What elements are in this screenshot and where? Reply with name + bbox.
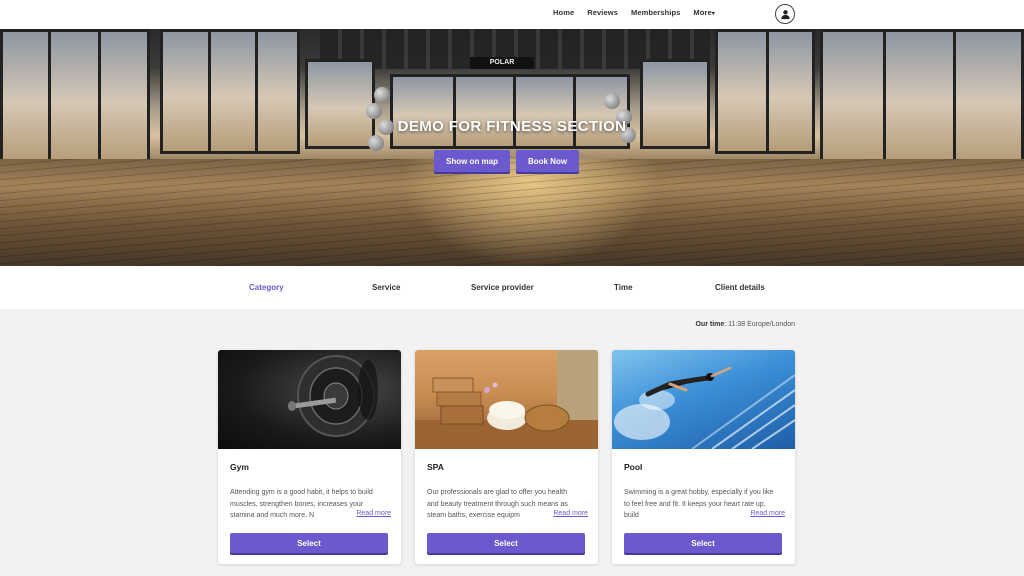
medicine-ball — [366, 103, 382, 119]
card-title: Gym — [230, 462, 249, 472]
window-mullion — [953, 32, 956, 161]
card-title: SPA — [427, 462, 444, 472]
hero-window-right-2 — [715, 29, 815, 154]
hero-banner: POLAR — [0, 29, 1024, 266]
category-card-gym: Gym Attending gym is a good habit, it he… — [218, 350, 401, 564]
chevron-down-icon: ▾ — [711, 11, 715, 17]
user-icon — [780, 9, 790, 19]
window-mullion — [883, 32, 886, 161]
step-service[interactable]: Service — [372, 283, 400, 292]
hero-title: DEMO FOR FITNESS SECTION — [397, 118, 627, 135]
our-time-label: Our time — [695, 321, 725, 328]
spa-image — [415, 350, 598, 449]
nav-more-label: More — [693, 8, 712, 17]
card-title: Pool — [624, 462, 643, 472]
nav-memberships[interactable]: Memberships — [631, 8, 680, 17]
window-mullion — [98, 32, 101, 161]
medicine-ball — [368, 135, 384, 151]
booking-steps: Category Service Service provider Time C… — [0, 266, 1024, 309]
read-more-link[interactable]: Read more — [352, 510, 391, 517]
nav-home[interactable]: Home — [553, 8, 574, 17]
hero-window-center-left — [305, 59, 375, 149]
window-mullion — [48, 32, 51, 161]
select-pool-button[interactable]: Select — [624, 533, 782, 553]
select-gym-button[interactable]: Select — [230, 533, 388, 553]
nav-more[interactable]: More▾ — [693, 8, 714, 17]
our-time: Our time: 11:38 Europe/London — [695, 321, 795, 328]
nav-reviews[interactable]: Reviews — [587, 8, 618, 17]
hero-window-left — [0, 29, 150, 164]
gym-image — [218, 350, 401, 449]
step-time[interactable]: Time — [614, 283, 633, 292]
category-card-spa: SPA Our professionals are glad to offer … — [415, 350, 598, 564]
our-time-value: : 11:38 Europe/London — [724, 321, 795, 328]
select-spa-button[interactable]: Select — [427, 533, 585, 553]
category-card-pool: Pool Swimming is a great hobby, especial… — [612, 350, 795, 564]
read-more-link[interactable]: Read more — [746, 510, 785, 517]
window-mullion — [513, 77, 516, 146]
dumbbell-image — [287, 355, 378, 437]
step-client-details[interactable]: Client details — [715, 283, 765, 292]
hero-window-back — [390, 74, 630, 149]
medicine-ball — [374, 87, 390, 103]
hero-window-left-2 — [160, 29, 300, 154]
category-content: Our time: 11:38 Europe/London Gym Attend… — [0, 309, 1024, 576]
main-nav: Home Reviews Memberships More▾ — [553, 8, 715, 17]
step-service-provider[interactable]: Service provider — [471, 283, 534, 292]
window-mullion — [573, 77, 576, 146]
step-category[interactable]: Category — [249, 283, 284, 292]
top-navbar: Home Reviews Memberships More▾ — [0, 0, 1024, 29]
medicine-ball — [604, 93, 620, 109]
book-now-button[interactable]: Book Now — [516, 150, 579, 172]
swimmer-image — [614, 366, 795, 449]
hero-floor-boards — [0, 159, 1024, 266]
window-mullion — [453, 77, 456, 146]
user-account-button[interactable] — [775, 4, 795, 24]
pool-image — [612, 350, 795, 449]
hero-window-right — [820, 29, 1024, 164]
hero-brand-sign: POLAR — [470, 57, 534, 69]
hero-window-center-right — [640, 59, 710, 149]
show-on-map-button[interactable]: Show on map — [434, 150, 510, 172]
spa-still-life-image — [415, 350, 598, 449]
read-more-link[interactable]: Read more — [549, 510, 588, 517]
